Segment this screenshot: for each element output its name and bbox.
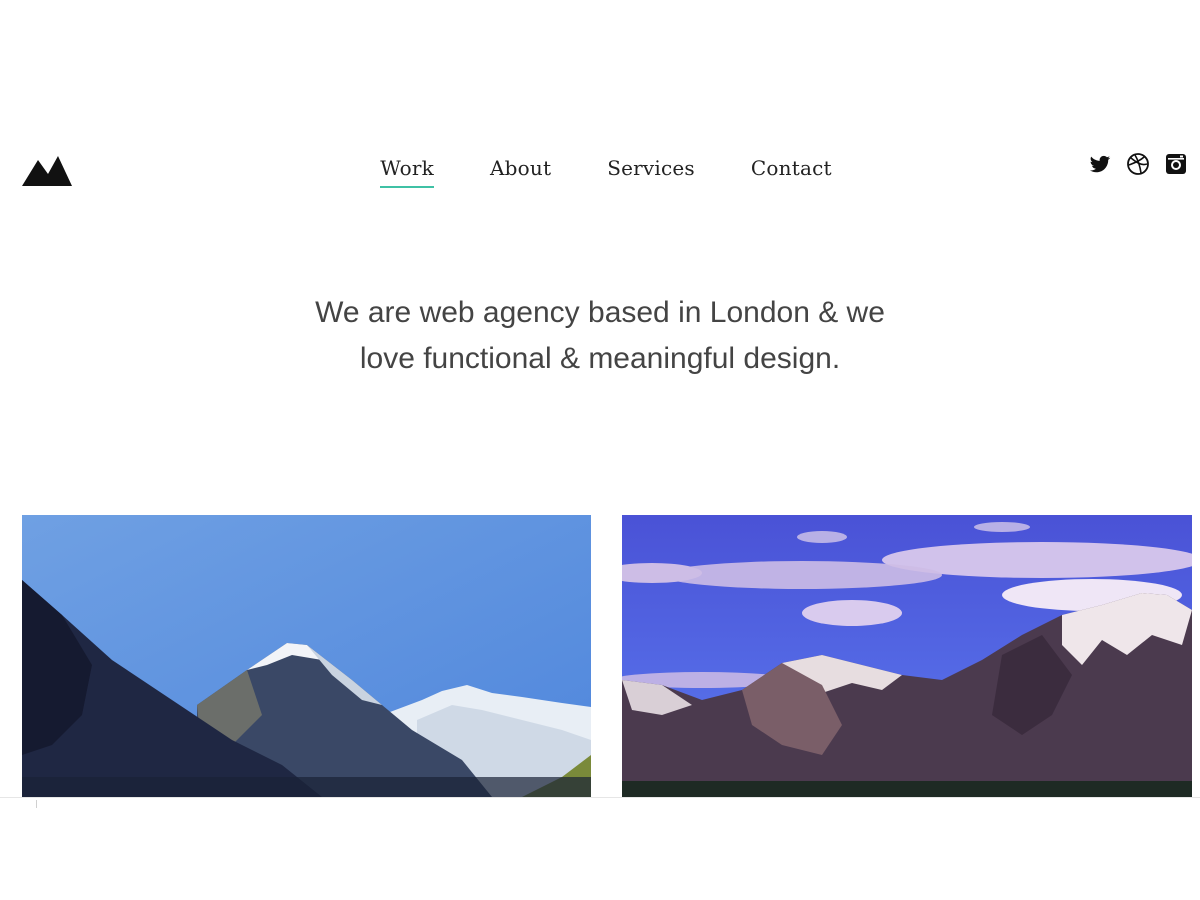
hero-tagline: We are web agency based in London & we l…: [0, 290, 1200, 382]
nav-list: Work About Services Contact: [352, 156, 859, 188]
nav-item-work[interactable]: Work: [380, 156, 434, 188]
nav-item-services[interactable]: Services: [607, 156, 695, 188]
page: Work About Services Contact We are web a…: [0, 0, 1200, 900]
hero-tagline-line-1: We are web agency based in London & we: [315, 296, 885, 329]
divider-tick: [36, 800, 37, 808]
main-nav: Work About Services Contact: [0, 156, 1200, 188]
dribbble-icon[interactable]: [1126, 152, 1150, 176]
mountain-photo-clear-sky[interactable]: [22, 515, 591, 797]
hero-tagline-line-2: love functional & meaningful design.: [359, 342, 841, 375]
nav-item-contact[interactable]: Contact: [751, 156, 832, 188]
work-gallery: [22, 515, 1192, 797]
twitter-icon[interactable]: [1088, 152, 1112, 176]
mountain-photo-cloudy-sky[interactable]: [622, 515, 1192, 797]
instagram-icon[interactable]: [1164, 152, 1188, 176]
nav-item-about[interactable]: About: [490, 156, 551, 188]
social-links: [1088, 152, 1188, 176]
divider: [0, 797, 1200, 798]
